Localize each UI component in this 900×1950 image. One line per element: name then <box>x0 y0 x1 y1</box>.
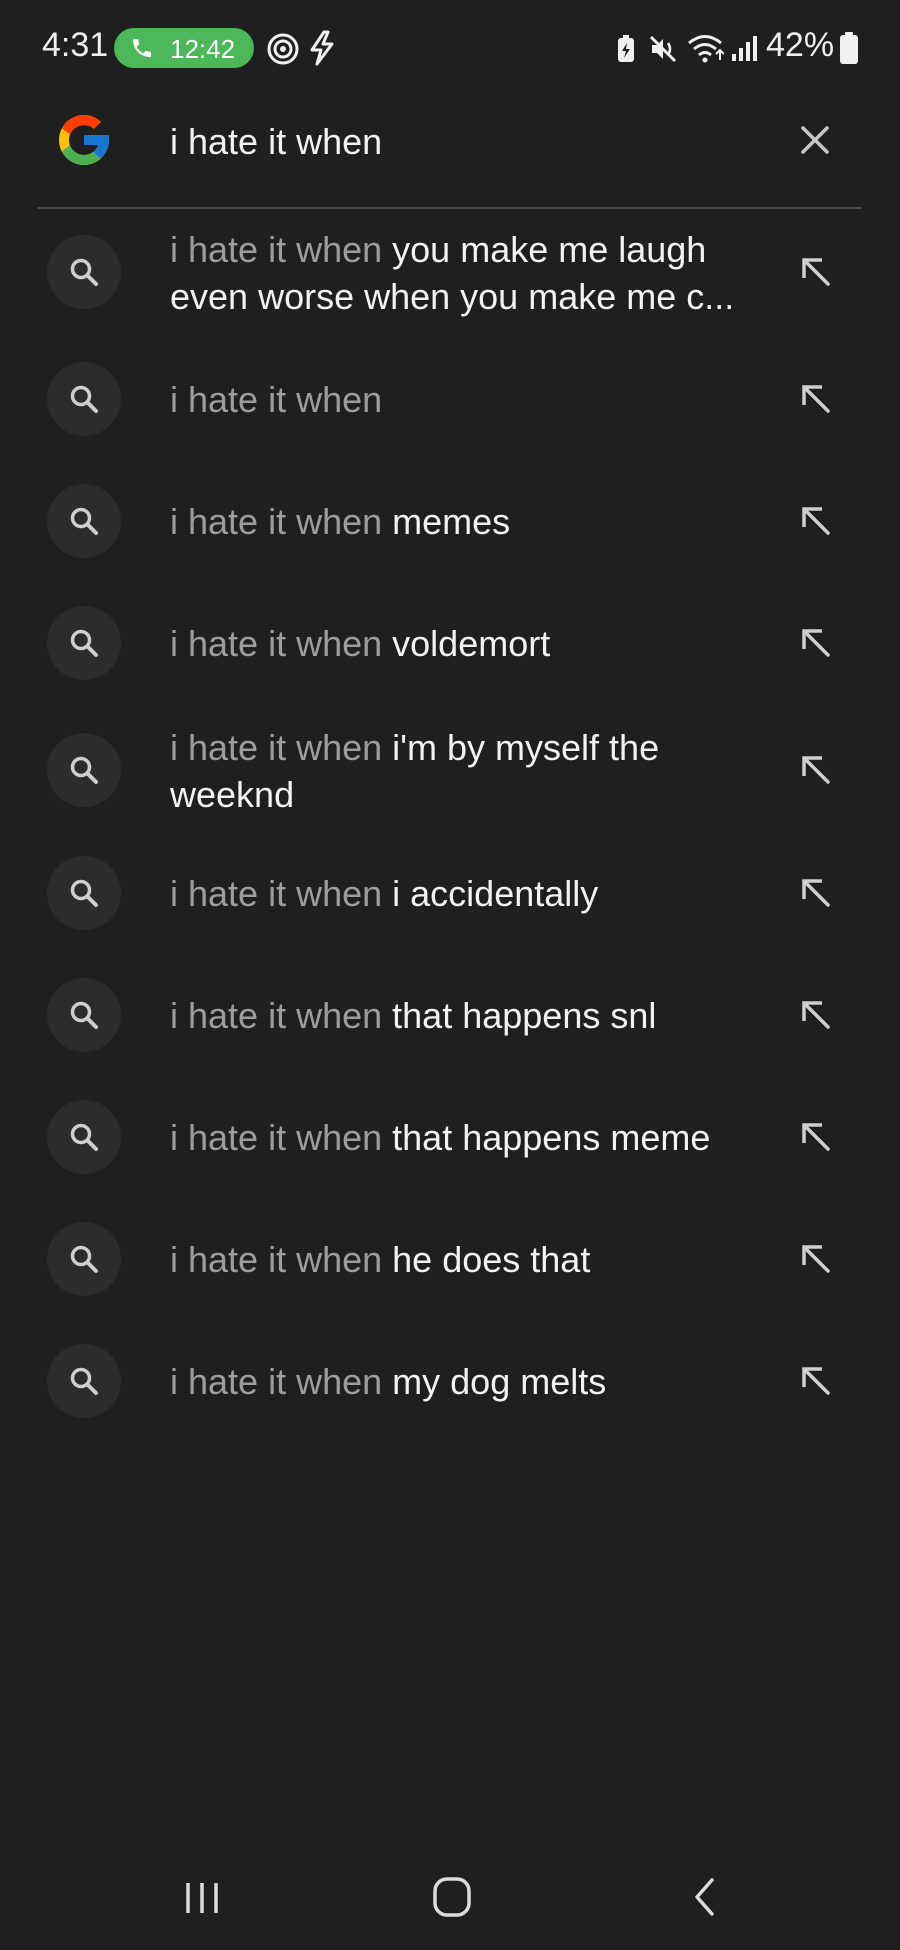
suggestion-text: i hate it when memes <box>170 498 770 545</box>
suggestion-prefix: i hate it when <box>170 229 383 270</box>
suggestion-text: i hate it when voldemort <box>170 620 770 667</box>
phone-icon <box>133 39 151 57</box>
suggestion-completion: voldemort <box>392 623 551 664</box>
search-icon <box>70 756 98 784</box>
suggestion-completion: he does that <box>392 1239 591 1280</box>
search-icon-badge <box>47 856 121 930</box>
search-icon-badge <box>47 484 121 558</box>
suggestion-row[interactable]: i hate it when i'm by myself the weeknd <box>0 720 900 820</box>
search-icon-badge <box>47 1222 121 1296</box>
search-icon <box>70 879 98 907</box>
navigation-bar <box>0 1860 900 1950</box>
fill-query-arrow-icon[interactable] <box>796 995 836 1035</box>
back-icon[interactable] <box>690 1876 720 1918</box>
suggestion-text: i hate it when <box>170 376 770 423</box>
search-divider <box>38 207 862 209</box>
suggestion-text: i hate it when he does that <box>170 1236 770 1283</box>
search-icon-badge <box>47 606 121 680</box>
clock: 4:31 <box>42 26 109 64</box>
suggestion-row[interactable]: i hate it when my dog melts <box>0 1344 900 1418</box>
search-icon <box>70 1123 98 1151</box>
search-icon <box>70 258 98 286</box>
search-icon-badge <box>47 1100 121 1174</box>
suggestion-prefix: i hate it when <box>170 995 383 1036</box>
suggestion-prefix: i hate it when <box>170 1361 383 1402</box>
fill-query-arrow-icon[interactable] <box>796 1239 836 1279</box>
suggestion-text: i hate it when that happens meme <box>170 1114 770 1161</box>
suggestion-completion: i accidentally <box>392 873 599 914</box>
signal-icon <box>732 36 757 61</box>
suggestion-text: i hate it when i accidentally <box>170 870 770 917</box>
search-icon-badge <box>47 235 121 309</box>
fill-query-arrow-icon[interactable] <box>796 873 836 913</box>
search-icon <box>70 1245 98 1273</box>
status-bar: 4:31 12:42 42% <box>0 0 900 96</box>
fill-query-arrow-icon[interactable] <box>796 252 836 292</box>
home-icon[interactable] <box>432 1876 472 1918</box>
search-icon <box>70 1001 98 1029</box>
recent-apps-icon[interactable] <box>182 1878 222 1918</box>
wifi-icon <box>688 35 724 63</box>
suggestion-completion: that happens meme <box>392 1117 711 1158</box>
suggestion-row[interactable]: i hate it when <box>0 362 900 436</box>
fill-query-arrow-icon[interactable] <box>796 623 836 663</box>
suggestion-text: i hate it when my dog melts <box>170 1358 770 1405</box>
suggestion-prefix: i hate it when <box>170 873 383 914</box>
battery-icon <box>840 32 858 64</box>
suggestion-prefix: i hate it when <box>170 623 383 664</box>
battery-saver-icon <box>618 35 634 62</box>
suggestion-prefix: i hate it when <box>170 1239 383 1280</box>
suggestion-prefix: i hate it when <box>170 501 383 542</box>
suggestion-prefix: i hate it when <box>170 727 383 768</box>
suggestion-completion: my dog melts <box>392 1361 607 1402</box>
fill-query-arrow-icon[interactable] <box>796 1361 836 1401</box>
suggestion-row[interactable]: i hate it when voldemort <box>0 606 900 680</box>
suggestion-row[interactable]: i hate it when i accidentally <box>0 856 900 930</box>
hotspot-icon <box>267 33 299 65</box>
flash-icon <box>310 30 334 66</box>
suggestion-completion: that happens snl <box>392 995 657 1036</box>
suggestion-text: i hate it when you make me laugh even wo… <box>170 226 770 320</box>
fill-query-arrow-icon[interactable] <box>796 501 836 541</box>
search-icon-badge <box>47 733 121 807</box>
search-icon <box>70 629 98 657</box>
call-timer: 12:42 <box>170 34 236 64</box>
google-logo[interactable] <box>54 110 114 170</box>
fill-query-arrow-icon[interactable] <box>796 1117 836 1157</box>
suggestion-row[interactable]: i hate it when you make me laugh even wo… <box>0 222 900 322</box>
suggestion-text: i hate it when i'm by myself the weeknd <box>170 724 770 818</box>
suggestion-completion: memes <box>392 501 511 542</box>
suggestion-row[interactable]: i hate it when he does that <box>0 1222 900 1296</box>
ongoing-call-chip[interactable]: 12:42 <box>114 28 254 68</box>
suggestion-text: i hate it when that happens snl <box>170 992 770 1039</box>
suggestion-prefix: i hate it when <box>170 1117 383 1158</box>
search-icon <box>70 507 98 535</box>
search-icon-badge <box>47 978 121 1052</box>
search-icon <box>70 1367 98 1395</box>
suggestion-prefix: i hate it when <box>170 379 383 420</box>
fill-query-arrow-icon[interactable] <box>796 750 836 790</box>
search-input[interactable]: i hate it when <box>170 121 382 163</box>
search-icon-badge <box>47 362 121 436</box>
mute-icon <box>649 35 677 63</box>
battery-percent: 42% <box>766 26 835 64</box>
search-icon-badge <box>47 1344 121 1418</box>
search-icon <box>70 385 98 413</box>
close-icon[interactable] <box>795 120 835 160</box>
suggestion-row[interactable]: i hate it when that happens snl <box>0 978 900 1052</box>
suggestion-row[interactable]: i hate it when memes <box>0 484 900 558</box>
fill-query-arrow-icon[interactable] <box>796 379 836 419</box>
suggestion-row[interactable]: i hate it when that happens meme <box>0 1100 900 1174</box>
